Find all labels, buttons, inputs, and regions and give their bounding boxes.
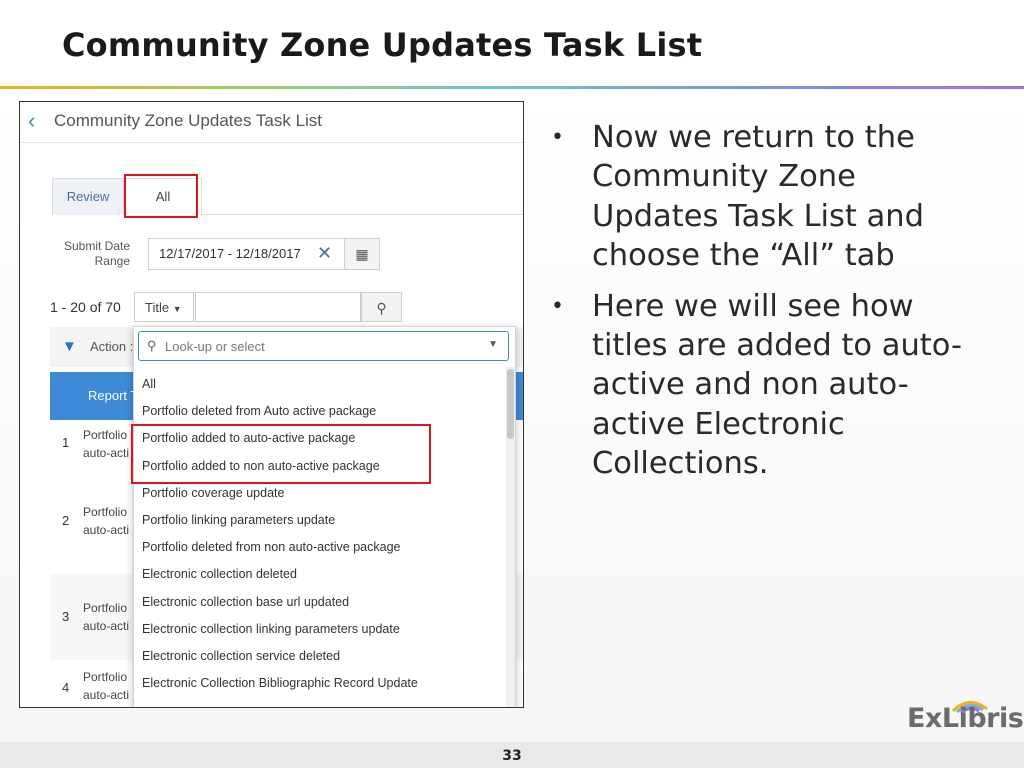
lookup-placeholder: Look-up or select	[165, 339, 265, 354]
search-input[interactable]	[195, 292, 361, 322]
slide-title: Community Zone Updates Task List	[62, 26, 703, 64]
caret-down-icon: ▼	[172, 304, 182, 314]
row-number: 1	[62, 435, 70, 450]
back-chevron-icon[interactable]: ‹	[28, 108, 35, 134]
calendar-icon[interactable]: ▦	[344, 238, 380, 270]
bullet-text: Here we will see how titles are added to…	[592, 288, 962, 482]
date-range-value: 12/17/2017 - 12/18/2017	[159, 246, 301, 261]
dropdown-option[interactable]: Portfolio linking parameters update	[134, 507, 504, 534]
dropdown-option[interactable]: Electronic collection linking parameters…	[134, 616, 504, 643]
dropdown-option[interactable]: Portfolio deleted from non auto-active p…	[134, 534, 504, 561]
search-icon[interactable]: ⚲	[361, 292, 402, 322]
caret-down-icon[interactable]: ▼	[488, 339, 498, 350]
row-number: 4	[62, 680, 70, 695]
dropdown-option[interactable]: Electronic collection service deleted	[134, 643, 504, 670]
dropdown-option[interactable]: Portfolio deleted from Auto active packa…	[134, 398, 504, 425]
clear-icon[interactable]: ✕	[317, 243, 332, 263]
row-number: 2	[62, 513, 70, 528]
embedded-screenshot: ‹ Community Zone Updates Task List Revie…	[19, 101, 524, 708]
search-field-selector-label: Title	[145, 300, 170, 315]
submit-date-range-label: Submit Date Range	[63, 239, 130, 268]
search-field-selector[interactable]: Title ▼	[134, 292, 194, 322]
options-highlight	[131, 424, 431, 484]
title-divider	[0, 86, 1024, 89]
tab-review[interactable]: Review	[52, 178, 124, 215]
all-tab-highlight	[124, 174, 198, 218]
tab-bar: Review All	[52, 178, 523, 215]
date-range-field[interactable]: 12/17/2017 - 12/18/2017 ✕	[148, 238, 346, 270]
dropdown-option[interactable]: Electronic collection deleted	[134, 561, 504, 588]
bullet-list: • Now we return to the Community Zone Up…	[548, 118, 988, 495]
bullet-dot: •	[551, 293, 564, 319]
task-list-header: ‹ Community Zone Updates Task List	[20, 102, 523, 143]
dropdown-option[interactable]: Electronic Collection Bibliographic Reco…	[134, 670, 504, 697]
results-count: 1 - 20 of 70	[50, 299, 121, 315]
scrollbar-thumb[interactable]	[507, 369, 514, 439]
bullet-text: Now we return to the Community Zone Upda…	[592, 120, 924, 274]
action-filter-label: Action :	[90, 339, 134, 354]
action-lookup-input[interactable]: ⚲ Look-up or select ▼	[138, 331, 509, 361]
task-list-title: Community Zone Updates Task List	[54, 111, 323, 130]
logo-text: ExLibris	[907, 703, 1024, 734]
dropdown-option[interactable]: Electronic collection base url updated	[134, 589, 504, 616]
dropdown-option[interactable]: All	[134, 371, 504, 398]
bullet-dot: •	[551, 125, 564, 150]
dropdown-scrollbar[interactable]	[506, 367, 515, 707]
bullet-item: • Now we return to the Community Zone Up…	[548, 118, 988, 276]
action-dropdown: ⚲ Look-up or select ▼ All Portfolio dele…	[133, 326, 516, 707]
dropdown-options: All Portfolio deleted from Auto active p…	[134, 371, 504, 697]
row-number: 3	[62, 609, 70, 624]
page-number: 33	[502, 748, 522, 764]
column-header-report: Report T	[88, 388, 139, 403]
filter-icon[interactable]: ▼	[62, 338, 77, 355]
search-icon: ⚲	[147, 338, 157, 353]
exlibris-logo: ExLibris	[903, 697, 1024, 739]
bullet-item: • Here we will see how titles are added …	[548, 287, 988, 484]
